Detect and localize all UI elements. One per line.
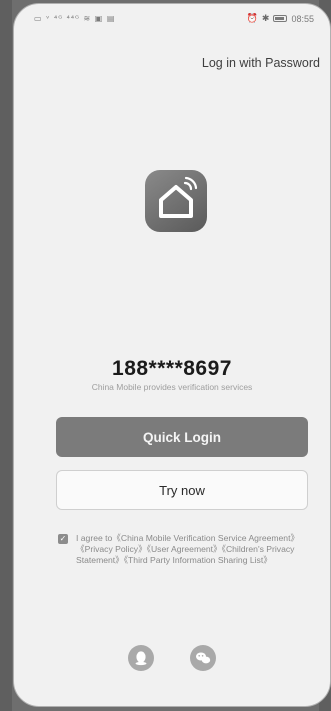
wechat-login-button[interactable] bbox=[190, 645, 216, 671]
bluetooth-icon: ✱ bbox=[261, 13, 270, 23]
status-left-icons: ▭ ᵛ ⁴ᴳ ⁴⁴ᴳ ≋ ▣ ▤ bbox=[34, 14, 116, 23]
left-edge bbox=[0, 0, 12, 711]
status-time: 08:55 bbox=[291, 13, 314, 24]
agreement-checkbox[interactable]: ✓ bbox=[58, 534, 68, 544]
battery-icon bbox=[273, 15, 288, 22]
agreement-text[interactable]: I agree to《China Mobile Verification Ser… bbox=[76, 533, 316, 566]
try-now-button[interactable]: Try now bbox=[56, 470, 308, 510]
carrier-verification-note: China Mobile provides verification servi… bbox=[91, 382, 253, 392]
status-bar: ▭ ᵛ ⁴ᴳ ⁴⁴ᴳ ≋ ▣ ▤ ⏰ ✱ 08:55 bbox=[14, 4, 330, 30]
app-logo-icon bbox=[145, 170, 207, 232]
qq-login-button[interactable] bbox=[128, 645, 154, 671]
alarm-icon: ⏰ bbox=[246, 13, 258, 23]
log-in-with-password-link[interactable]: Log in with Password bbox=[202, 56, 320, 70]
wechat-icon bbox=[196, 652, 211, 664]
quick-login-button[interactable]: Quick Login bbox=[56, 417, 308, 457]
masked-phone-number: 188****8697 bbox=[112, 357, 232, 380]
qq-icon bbox=[135, 651, 147, 666]
phone-screen: ▭ ᵛ ⁴ᴳ ⁴⁴ᴳ ≋ ▣ ▤ ⏰ ✱ 08:55 Log in with P… bbox=[13, 3, 331, 707]
status-right: ⏰ ✱ 08:55 bbox=[247, 13, 314, 24]
third-party-login-row bbox=[14, 645, 330, 671]
